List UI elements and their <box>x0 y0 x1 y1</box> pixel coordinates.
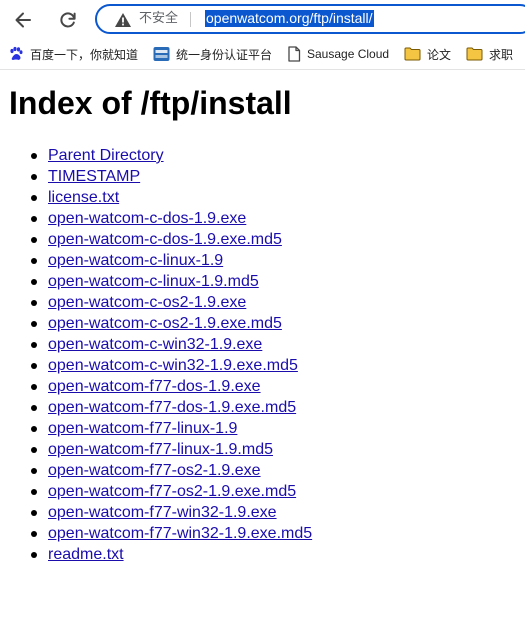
list-item: open-watcom-f77-linux-1.9 <box>30 418 312 439</box>
list-item: open-watcom-c-dos-1.9.exe <box>30 208 312 229</box>
list-item: open-watcom-f77-dos-1.9.exe <box>30 376 312 397</box>
bookmark-sausage-cloud[interactable]: Sausage Cloud <box>287 45 389 63</box>
file-link[interactable]: open-watcom-c-dos-1.9.exe.md5 <box>48 231 282 248</box>
bookmark-label: Sausage Cloud <box>307 47 390 61</box>
file-link[interactable]: open-watcom-c-dos-1.9.exe <box>48 210 246 227</box>
portal-logo-icon <box>153 46 170 62</box>
list-item: open-watcom-c-os2-1.9.exe <box>30 292 312 313</box>
bookmark-folder-jobs[interactable]: 求职 <box>466 45 513 63</box>
file-link[interactable]: open-watcom-c-os2-1.9.exe <box>48 294 246 311</box>
reload-button[interactable] <box>54 6 82 34</box>
file-link[interactable]: open-watcom-c-win32-1.9.exe.md5 <box>48 357 298 374</box>
list-item: open-watcom-c-linux-1.9.md5 <box>30 271 312 292</box>
bookmark-label: 论文 <box>427 47 452 62</box>
back-button[interactable] <box>9 6 37 34</box>
file-link[interactable]: open-watcom-f77-os2-1.9.exe <box>48 462 261 479</box>
list-item: Parent Directory <box>30 145 312 166</box>
file-link[interactable]: open-watcom-f77-dos-1.9.exe <box>48 378 261 395</box>
file-link[interactable]: open-watcom-c-win32-1.9.exe <box>48 336 262 353</box>
url-text[interactable]: openwatcom.org/ftp/install/ <box>205 10 374 27</box>
file-link[interactable]: open-watcom-f77-os2-1.9.exe.md5 <box>48 483 296 500</box>
file-link[interactable]: open-watcom-f77-linux-1.9.md5 <box>48 441 273 458</box>
file-link[interactable]: open-watcom-c-os2-1.9.exe.md5 <box>48 315 282 332</box>
bookmark-portal[interactable]: 统一身份认证平台 <box>153 45 272 63</box>
file-link[interactable]: open-watcom-f77-linux-1.9 <box>48 420 237 437</box>
bookmark-label: 求职 <box>489 47 514 62</box>
file-list: Parent Directory TIMESTAMP license.txt o… <box>0 145 312 565</box>
file-link[interactable]: TIMESTAMP <box>48 168 140 185</box>
file-link[interactable]: Parent Directory <box>48 147 164 164</box>
folder-icon <box>466 47 483 61</box>
list-item: open-watcom-c-win32-1.9.exe.md5 <box>30 355 312 376</box>
list-item: open-watcom-f77-os2-1.9.exe <box>30 460 312 481</box>
list-item: TIMESTAMP <box>30 166 312 187</box>
address-separator <box>190 12 191 27</box>
baidu-paw-icon <box>8 46 24 62</box>
list-item: open-watcom-c-os2-1.9.exe.md5 <box>30 313 312 334</box>
file-link[interactable]: license.txt <box>48 189 119 206</box>
list-item: open-watcom-f77-win32-1.9.exe <box>30 502 312 523</box>
list-item: license.txt <box>30 187 312 208</box>
reload-icon <box>60 12 76 28</box>
file-link[interactable]: open-watcom-c-linux-1.9.md5 <box>48 273 259 290</box>
address-bar[interactable]: 不安全 openwatcom.org/ftp/install/ <box>95 4 525 34</box>
list-item: open-watcom-f77-os2-1.9.exe.md5 <box>30 481 312 502</box>
file-link[interactable]: open-watcom-f77-dos-1.9.exe.md5 <box>48 399 296 416</box>
security-label[interactable]: 不安全 <box>139 11 178 27</box>
page-title: Index of /ftp/install <box>9 85 292 121</box>
list-item: open-watcom-c-dos-1.9.exe.md5 <box>30 229 312 250</box>
list-item: open-watcom-c-linux-1.9 <box>30 250 312 271</box>
bookmarks-bar: 百度一下，你就知道 统一身份认证平台 Sausage Cloud 论文 求职 <box>0 39 525 70</box>
warning-triangle-icon[interactable] <box>114 12 132 28</box>
page-icon <box>287 46 301 62</box>
list-item: open-watcom-f77-dos-1.9.exe.md5 <box>30 397 312 418</box>
file-link[interactable]: open-watcom-c-linux-1.9 <box>48 252 223 269</box>
bookmark-label: 统一身份认证平台 <box>176 47 273 62</box>
folder-icon <box>404 47 421 61</box>
arrow-left-icon <box>15 12 31 28</box>
list-item: readme.txt <box>30 544 312 565</box>
bookmark-folder-papers[interactable]: 论文 <box>404 45 451 63</box>
bookmark-label: 百度一下，你就知道 <box>30 47 139 62</box>
list-item: open-watcom-c-win32-1.9.exe <box>30 334 312 355</box>
file-link[interactable]: readme.txt <box>48 546 124 563</box>
browser-toolbar: 不安全 openwatcom.org/ftp/install/ <box>0 0 525 39</box>
file-link[interactable]: open-watcom-f77-win32-1.9.exe.md5 <box>48 525 312 542</box>
list-item: open-watcom-f77-linux-1.9.md5 <box>30 439 312 460</box>
list-item: open-watcom-f77-win32-1.9.exe.md5 <box>30 523 312 544</box>
file-link[interactable]: open-watcom-f77-win32-1.9.exe <box>48 504 277 521</box>
bookmark-baidu[interactable]: 百度一下，你就知道 <box>8 45 138 63</box>
